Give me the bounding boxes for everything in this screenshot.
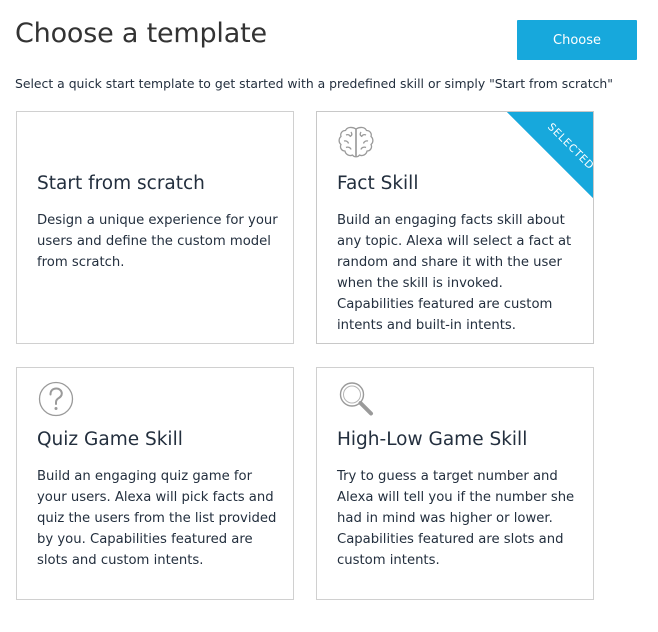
question-mark-icon	[38, 381, 74, 417]
template-card-title: Quiz Game Skill	[37, 429, 183, 450]
template-card-fact-skill[interactable]: Fact Skill Build an engaging facts skill…	[316, 111, 594, 344]
template-card-title: Fact Skill	[337, 173, 419, 194]
template-card-description: Try to guess a target number and Alexa w…	[337, 469, 575, 568]
template-card-description: Build an engaging quiz game for your use…	[37, 469, 277, 568]
selected-badge: SELECTED	[507, 112, 593, 198]
template-card-title: High-Low Game Skill	[337, 429, 528, 450]
magnifier-icon	[339, 382, 373, 416]
choose-button[interactable]: Choose	[517, 20, 637, 60]
template-card-quiz-game-skill[interactable]: Quiz Game Skill Build an engaging quiz g…	[16, 367, 294, 600]
template-card-description: Build an engaging facts skill about any …	[337, 213, 572, 333]
brain-icon	[338, 126, 374, 158]
template-card-title: Start from scratch	[37, 173, 205, 194]
template-card-start-from-scratch[interactable]: Start from scratch Design a unique exper…	[16, 111, 294, 344]
template-card-description: Design a unique experience for your user…	[37, 213, 278, 270]
page-subtitle: Select a quick start template to get sta…	[15, 76, 613, 91]
template-card-high-low-game-skill[interactable]: High-Low Game Skill Try to guess a targe…	[316, 367, 594, 600]
page-title: Choose a template	[15, 18, 267, 49]
